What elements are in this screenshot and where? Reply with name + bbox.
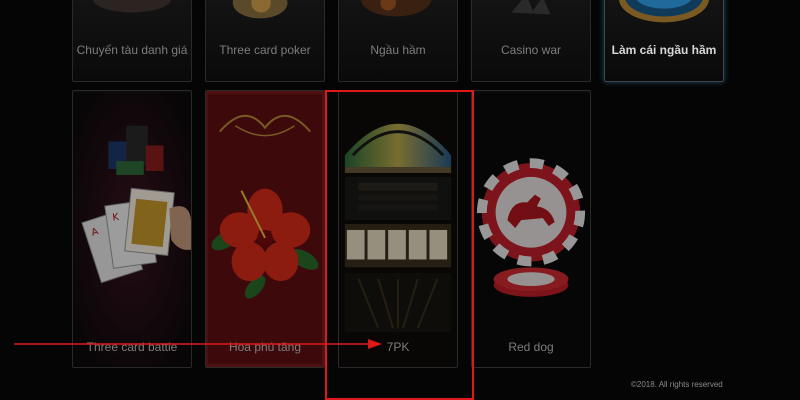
game-label: 7PK [386,340,410,354]
game-tile-three-card-battle[interactable]: A K Three card battle [72,90,192,368]
game-tile-7pk[interactable]: 7PK [338,90,458,368]
cards-icon: A K [73,92,191,366]
game-label: Three card poker [219,43,311,57]
game-label: Làm cái ngầu hầm [611,43,717,57]
game-tile-casino-war[interactable]: Casino war [471,0,591,82]
game-tile-hoa-phu-tang[interactable]: Hoa phú tăng [205,90,325,368]
game-label: Three card battle [86,340,178,354]
game-label: Casino war [500,43,562,57]
slot-machine-icon [339,92,457,366]
poker-chip-icon [472,92,590,366]
game-art-icon [232,0,288,19]
game-tile-chuyen-tau-danh-gia[interactable]: Chuyến tàu danh giá [72,0,192,82]
game-art-icon [511,0,551,15]
hibiscus-icon [206,91,324,367]
game-art-icon [360,0,432,17]
game-label: Chuyến tàu danh giá [76,43,188,57]
game-tile-ngau-ham[interactable]: Ngầu hầm [338,0,458,82]
game-art-icon [93,0,171,13]
game-tile-red-dog[interactable]: Red dog [471,90,591,368]
game-tile-three-card-poker[interactable]: Three card poker [205,0,325,82]
game-art-icon [619,0,709,23]
game-label: Hoa phú tăng [228,340,302,354]
game-label: Red dog [508,340,554,354]
game-label: Ngầu hầm [370,43,426,57]
game-tile-lam-cai-ngau-ham[interactable]: Làm cái ngầu hầm [604,0,724,82]
